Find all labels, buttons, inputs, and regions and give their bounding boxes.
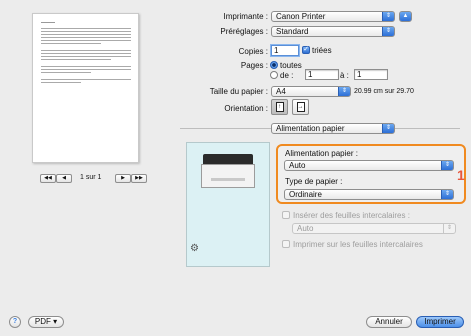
presets-value: Standard [276,27,309,36]
first-page-button[interactable]: ◀◀ [40,174,56,183]
page-indicator: 1 sur 1 [80,174,102,181]
separator-sheets-popup[interactable]: Auto ⇕ [292,223,456,234]
separator-sheets-value: Auto [297,224,314,233]
section-popup-value: Alimentation papier [276,124,345,133]
printer-popup[interactable]: Canon Printer ⇕ [271,11,395,22]
pages-all-label: toutes [280,61,302,70]
updown-arrow-icon: ⇕ [443,224,455,233]
presets-label: Préréglages : [220,27,268,36]
pdf-button[interactable]: PDF ▾ [28,316,64,328]
pages-from-input[interactable]: 1 [305,69,339,80]
paper-source-popup[interactable]: Auto ⇕ [284,160,454,171]
collated-checkbox[interactable]: ✓ [302,46,310,54]
print-button[interactable]: Imprimer [416,316,464,328]
last-page-button[interactable]: ▶▶ [131,174,147,183]
updown-arrow-icon: ⇕ [382,12,394,21]
section-popup[interactable]: Alimentation papier ⇕ [271,123,395,134]
print-on-separators-label: Imprimer sur les feuilles intercalaires [293,240,423,249]
updown-arrow-icon: ⇕ [382,27,394,36]
preview-text-lines [41,22,131,83]
print-on-separators-checkbox[interactable] [282,240,290,248]
updown-arrow-icon: ⇕ [441,190,453,199]
paper-type-label: Type de papier : [285,177,343,186]
updown-arrow-icon: ⇕ [441,161,453,170]
printer-label: Imprimante : [223,12,268,21]
collated-label: triées [312,46,332,55]
paper-type-value: Ordinaire [289,190,322,199]
pages-range-radio[interactable] [270,71,278,79]
separator-sheets-checkbox[interactable] [282,211,290,219]
printer-image [201,154,255,190]
copies-label: Copies : [238,47,268,56]
show-details-button[interactable]: ▲ [399,11,412,22]
updown-arrow-icon: ⇕ [338,87,350,96]
copies-input[interactable]: 1 [271,45,299,56]
printer-image-panel: ⚙ [186,142,270,267]
orientation-label: Orientation : [224,104,268,113]
pages-to-label: à : [340,71,349,80]
cancel-button[interactable]: Annuler [366,316,412,328]
previous-page-button[interactable]: ◀ [56,174,72,183]
landscape-orientation-icon: → [296,102,305,112]
portrait-orientation-icon: ↑ [275,102,284,112]
separator-sheets-label: Insérer des feuilles intercalaires : [293,211,410,220]
paper-feed-box: Alimentation papier : Auto ⇕ Type de pap… [276,144,466,204]
portrait-button[interactable]: ↑ [271,99,288,115]
settings-badge-icon: ⚙ [190,243,199,254]
printer-value: Canon Printer [276,12,326,21]
landscape-button[interactable]: → [292,99,309,115]
paper-type-popup[interactable]: Ordinaire ⇕ [284,189,454,200]
paper-size-popup[interactable]: A4 ⇕ [271,86,351,97]
callout-number: 1 [457,167,465,183]
presets-popup[interactable]: Standard ⇕ [271,26,395,37]
pages-from-label: de : [280,71,294,80]
help-button[interactable]: ? [9,316,21,328]
pages-all-radio[interactable] [270,61,278,69]
paper-source-label: Alimentation papier : [285,149,358,158]
disclosure-arrow-icon: ▲ [400,12,411,21]
pages-to-input[interactable]: 1 [354,69,388,80]
page-preview [32,13,139,163]
help-icon: ? [12,318,18,325]
pages-label: Pages : [240,61,268,70]
paper-size-value: A4 [276,87,286,96]
paper-size-label: Taille du papier : [209,87,268,96]
next-page-button[interactable]: ▶ [115,174,131,183]
updown-arrow-icon: ⇕ [382,124,394,133]
paper-dimensions: 20.99 cm sur 29.70 [354,88,414,95]
paper-source-value: Auto [289,161,306,170]
